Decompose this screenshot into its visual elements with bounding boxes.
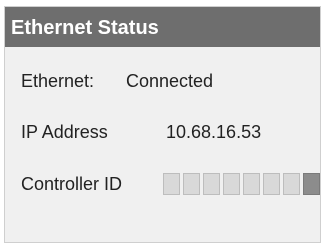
ethernet-status-panel: Ethernet Status Ethernet: Connected IP A… — [4, 6, 321, 243]
controller-id-bit-2 — [183, 173, 200, 195]
ip-address-value: 10.68.16.53 — [166, 122, 262, 142]
ethernet-label: Ethernet: — [21, 71, 95, 91]
ip-address-label: IP Address — [21, 122, 108, 142]
controller-id-bit-3 — [203, 173, 220, 195]
controller-id-bit-6 — [263, 173, 280, 195]
controller-id-bit-5 — [243, 173, 260, 195]
controller-id-bits — [163, 173, 320, 195]
panel-title: Ethernet Status — [5, 7, 320, 47]
controller-id-label: Controller ID — [21, 174, 123, 194]
controller-id-bit-8 — [303, 173, 320, 195]
controller-id-bit-1 — [163, 173, 180, 195]
controller-id-bit-4 — [223, 173, 240, 195]
controller-id-bit-7 — [283, 173, 300, 195]
ethernet-status-value: Connected — [126, 71, 214, 91]
